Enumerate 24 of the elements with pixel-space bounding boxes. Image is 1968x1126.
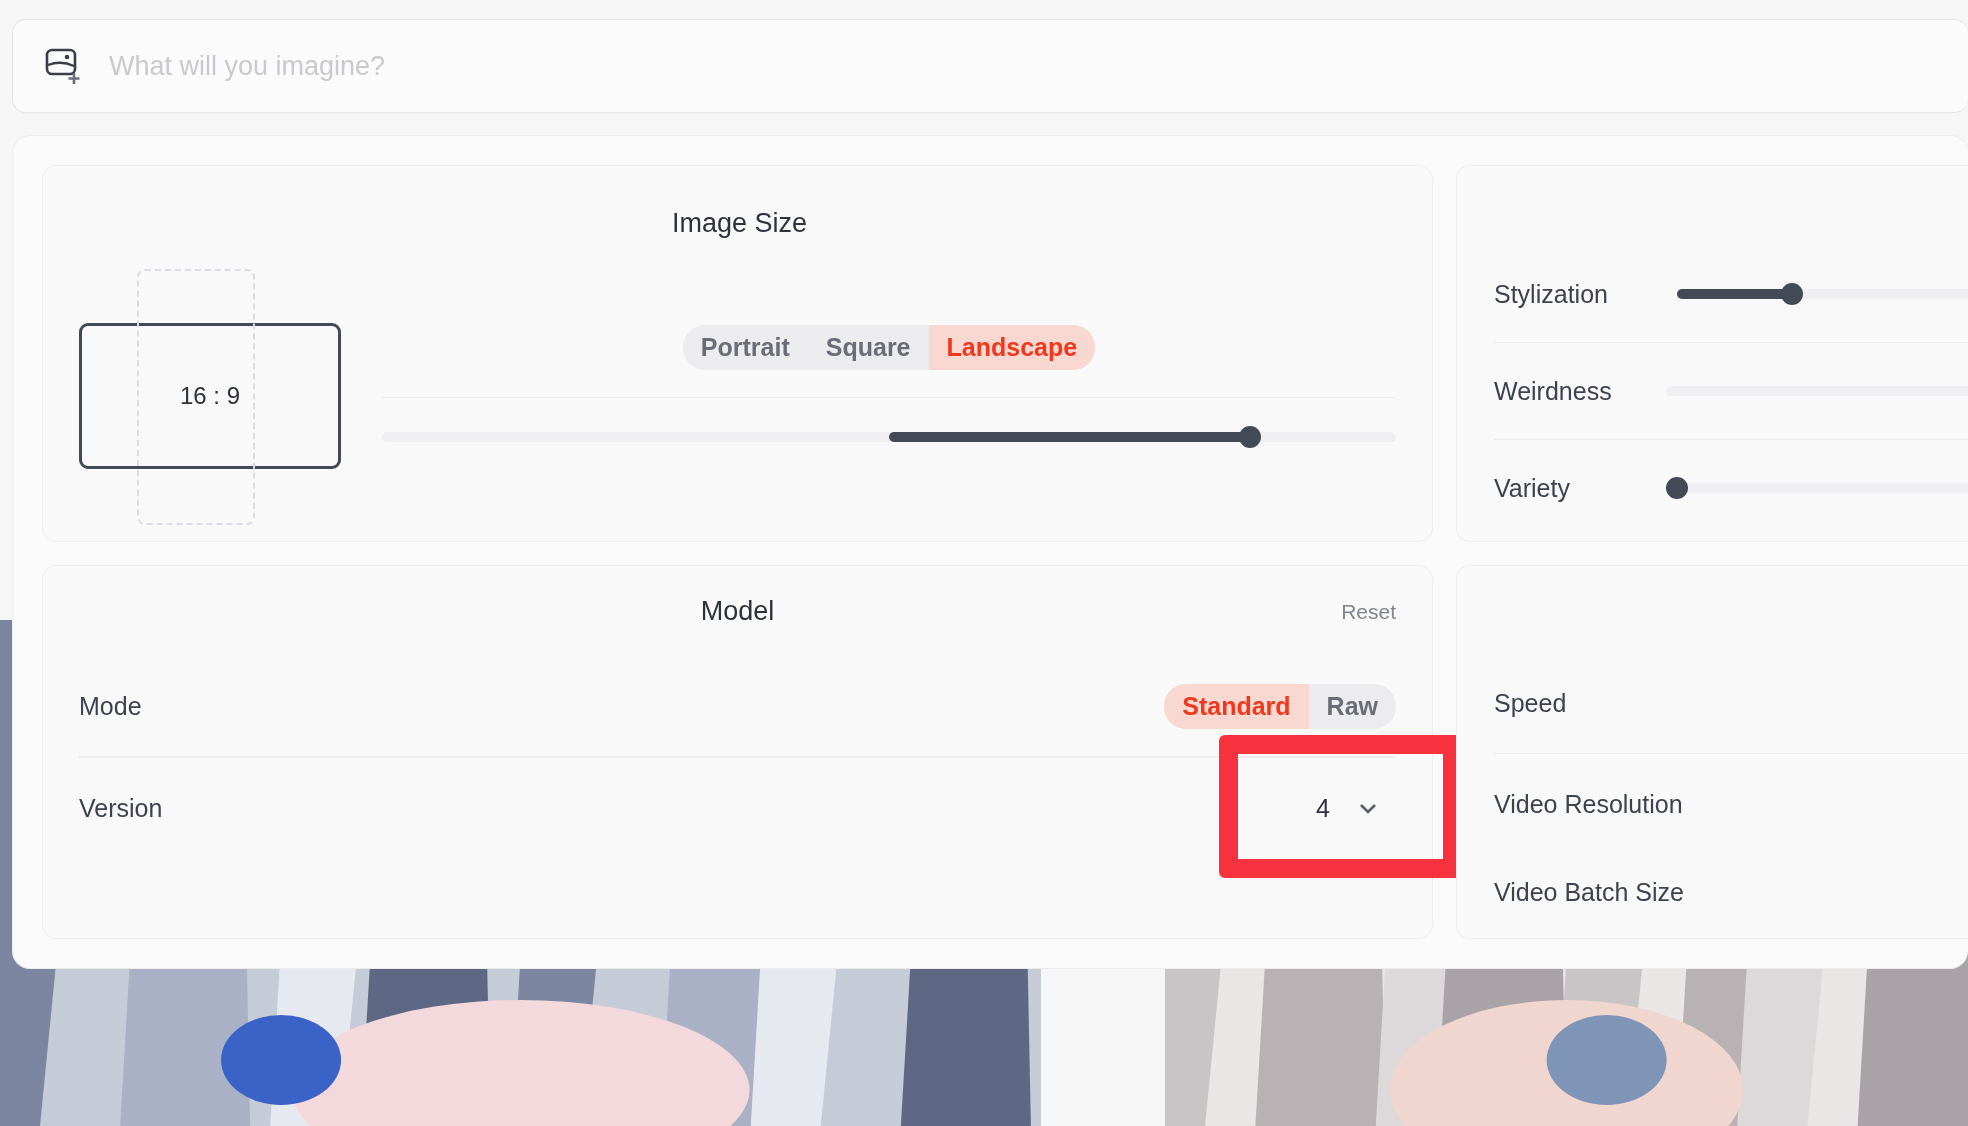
size-slider[interactable] [382,426,1396,448]
parameter-label: Variety [1494,473,1571,503]
version-dropdown[interactable]: 4 [1316,793,1396,823]
add-image-icon[interactable] [43,46,83,86]
mode-tab[interactable]: Raw [1308,683,1396,729]
setting-label: Mode [79,691,142,721]
parameter-label: Weirdness [1494,376,1613,406]
slider-thumb[interactable] [1238,426,1261,448]
setting-label: Video Batch Size [1494,877,1684,907]
chevron-down-icon [1358,801,1378,815]
orientation-tab[interactable]: Landscape [928,325,1096,370]
setting-label: Video Resolution [1494,789,1683,819]
card-title: Model [700,595,775,627]
reset-button[interactable]: Reset [1341,600,1396,624]
mode-tab[interactable]: Standard [1164,683,1309,729]
setting-label: Speed [1494,688,1567,718]
setting-label: Version [79,793,163,823]
slider-thumb[interactable] [1781,283,1804,305]
card-title: Image Size [670,208,809,240]
aspect-ratio: 16 : 9 [179,382,240,410]
orientation-tab[interactable]: Square [807,325,929,370]
orientation-tab[interactable]: Portrait [682,325,808,370]
parameter-label: Stylization [1494,279,1609,309]
slider-thumb[interactable] [1666,477,1688,499]
